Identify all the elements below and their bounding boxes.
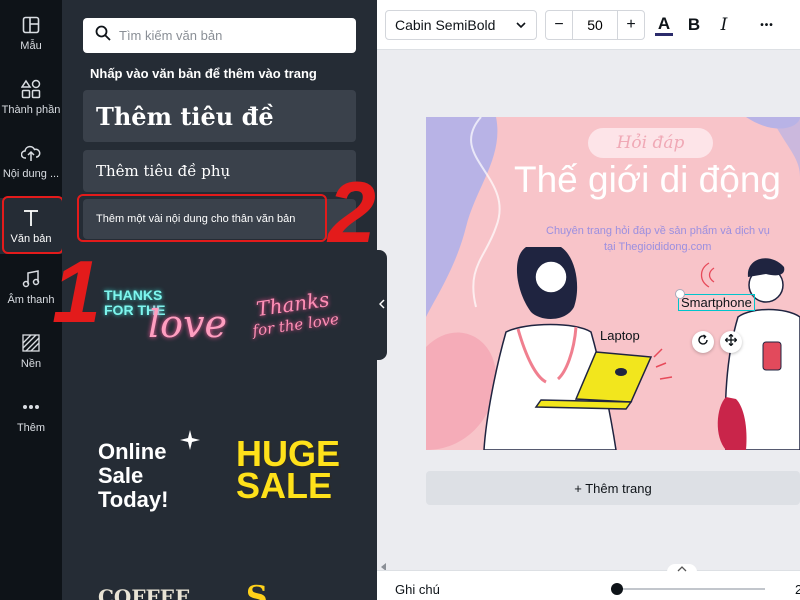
text-toolbar: Cabin SemiBold − 50 + A B I •••	[377, 0, 800, 50]
preset-text-line: THANKS	[104, 287, 163, 303]
move-button[interactable]	[720, 331, 742, 353]
slide-laptop-label[interactable]: Laptop	[600, 328, 640, 343]
zoom-value[interactable]: 2	[795, 582, 800, 597]
text-preset-huge-sale[interactable]: HUGE SALE	[236, 436, 340, 506]
text-color-swatch	[655, 32, 673, 36]
chevron-left-icon	[378, 299, 385, 311]
zoom-slider-track[interactable]	[615, 588, 765, 590]
rail-item-label: Âm thanh	[7, 294, 55, 306]
rotate-button[interactable]	[692, 331, 714, 353]
rail-item-label: Thêm	[16, 422, 46, 434]
add-heading-button[interactable]: Thêm tiêu đề	[83, 90, 356, 142]
annotation-step-1: 1	[52, 242, 101, 341]
collapse-panel-button[interactable]	[377, 250, 387, 360]
text-panel: Nhấp vào văn bản để thêm vào trang Thêm …	[62, 0, 377, 600]
preset-text-line: SALE	[236, 465, 333, 506]
slide-subtitle-line1[interactable]: Chuyên trang hỏi đáp về sản phẩm và dịch…	[546, 225, 770, 237]
music-icon	[20, 268, 42, 290]
selection-handle[interactable]	[675, 289, 685, 299]
text-color-icon: A	[657, 13, 671, 33]
background-icon	[20, 332, 42, 354]
move-icon	[724, 333, 738, 351]
text-preset-s[interactable]: S	[246, 580, 268, 600]
rail-item-label: Mẫu	[20, 40, 42, 52]
slide-title[interactable]: Thế giới di động	[514, 159, 781, 201]
rail-item-label: Nền	[20, 358, 42, 370]
text-preset-online-sale[interactable]: Online Sale Today!	[98, 430, 200, 512]
rail-item-uploads[interactable]: Nội dung ...	[0, 142, 62, 186]
font-family-value: Cabin SemiBold	[395, 17, 496, 33]
chevron-down-icon	[515, 18, 527, 34]
add-subheading-button[interactable]: Thêm tiêu đề phụ	[83, 150, 356, 192]
rail-item-label: Thành phần	[1, 104, 61, 116]
bottom-bar: Ghi chú 2	[377, 564, 800, 600]
slide-pill-label[interactable]: Hỏi đáp	[588, 128, 713, 158]
upload-icon	[20, 142, 42, 164]
search-icon	[95, 25, 111, 46]
font-size-stepper: − 50 +	[545, 10, 645, 40]
zoom-slider-handle[interactable]	[611, 583, 623, 595]
bold-button[interactable]: B	[683, 12, 705, 38]
rotate-icon	[697, 333, 709, 351]
increase-font-size-button[interactable]: +	[618, 11, 644, 39]
text-preset-coffee[interactable]: COFFEE	[98, 585, 190, 600]
expand-pages-button[interactable]	[667, 564, 697, 578]
italic-button[interactable]: I	[713, 12, 735, 38]
slide-subtitle-line2[interactable]: tại Thegioididong.com	[604, 241, 711, 253]
search-box[interactable]	[83, 18, 356, 53]
text-preset-thanks-script[interactable]: Thanks for the love	[242, 285, 347, 341]
layout-icon	[20, 14, 42, 36]
notes-button[interactable]: Ghi chú	[395, 582, 440, 597]
preset-text-line: Online	[98, 439, 167, 464]
elements-icon	[20, 78, 42, 100]
decrease-font-size-button[interactable]: −	[546, 11, 572, 39]
preset-text-line: Sale	[98, 463, 144, 488]
annotation-step-2: 2	[328, 165, 376, 261]
design-slide[interactable]: Hỏi đáp Thế giới di động Chuyên trang hỏ…	[426, 117, 800, 450]
rail-item-label: Nội dung ...	[2, 168, 60, 180]
font-size-value[interactable]: 50	[572, 11, 618, 39]
font-family-select[interactable]: Cabin SemiBold	[385, 10, 537, 40]
rail-item-elements[interactable]: Thành phần	[0, 78, 62, 122]
annotation-highlight-body-text	[77, 194, 327, 242]
text-color-button[interactable]: A	[653, 12, 675, 38]
chevron-up-icon	[677, 564, 687, 575]
rail-item-templates[interactable]: Mẫu	[0, 14, 62, 58]
panel-heading: Nhấp vào văn bản để thêm vào trang	[90, 66, 317, 81]
horizontal-scrollbar[interactable]	[377, 556, 800, 571]
search-input[interactable]	[119, 28, 339, 43]
sparkle-icon	[180, 430, 200, 455]
add-page-button[interactable]: + Thêm trang	[426, 471, 800, 505]
preset-text-line: love	[148, 302, 227, 346]
more-icon	[20, 396, 42, 418]
text-preset-thanks-love-neon[interactable]: THANKS FOR THE love	[104, 287, 227, 347]
more-options-button[interactable]: •••	[753, 12, 781, 38]
rail-item-more[interactable]: Thêm	[0, 396, 62, 440]
slide-smartphone-label-selected[interactable]: Smartphone	[678, 294, 755, 311]
preset-text-line: Today!	[98, 487, 169, 512]
